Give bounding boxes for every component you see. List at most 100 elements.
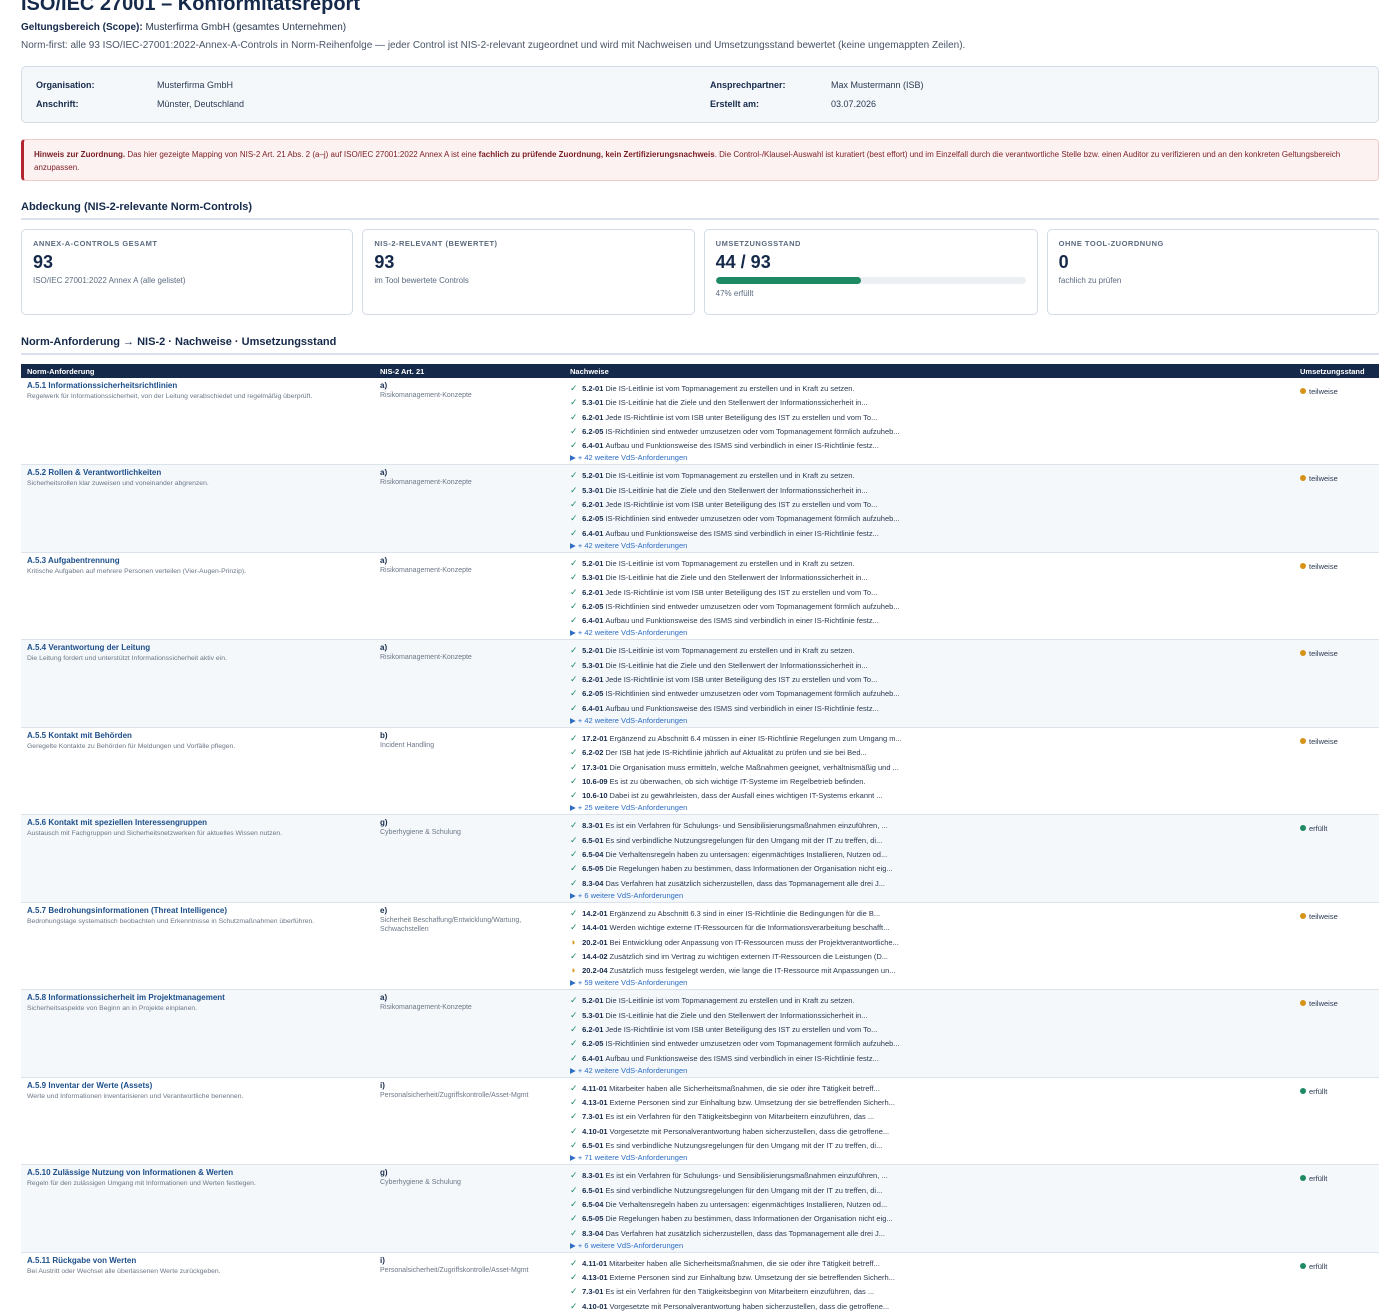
nis2-code: a) — [380, 468, 388, 478]
notice-emphasis: fachlich zu prüfende Zuordnung, kein Zer… — [478, 150, 715, 159]
evidence-text: Werden wichtige externe IT-Ressourcen fü… — [609, 923, 890, 933]
evidence-text: Es ist ein Verfahren für Schulungs- und … — [605, 821, 888, 831]
more-requirements-toggle[interactable]: ▶ + 42 weitere VdS-Anforderungen — [570, 540, 1288, 552]
checkmark-icon: ✓ — [570, 600, 578, 611]
evidence-code: 4.11-01 — [582, 1083, 608, 1093]
status-cell: teilweise — [1294, 639, 1379, 728]
organisation-box: Organisation: Musterfirma GmbH Ansprechp… — [21, 66, 1379, 123]
nis2-cell: g) Cyberhygiene & Schulung — [374, 1164, 564, 1253]
evidence-text: Jede IS-Richtlinie ist vom ISB unter Bet… — [605, 587, 878, 597]
more-requirements-toggle[interactable]: ▶ + 42 weitere VdS-Anforderungen — [570, 627, 1288, 639]
evidence-text: Es ist zu überwachen, ob sich wichtige I… — [609, 776, 866, 786]
more-requirements-toggle[interactable]: ▶ + 42 weitere VdS-Anforderungen — [570, 452, 1288, 464]
status-badge: erfüllt — [1300, 1087, 1327, 1096]
norm-requirement-cell: A.5.7 Bedrohungsinformationen (Threat In… — [21, 902, 374, 991]
evidence-item: ✓ 6.4-01 Aufbau und Funktionsweise des IS… — [570, 613, 1288, 627]
checkmark-icon: ✓ — [570, 425, 578, 436]
evidence-item: ✓ 14.4-02 Zusätzlich sind im Vertrag zu w… — [570, 949, 1288, 963]
evidence-text: Jede IS-Richtlinie ist vom ISB unter Bet… — [605, 500, 878, 510]
checkmark-icon: ✓ — [570, 615, 578, 626]
evidence-item: ✓ 5.3-01 Die IS-Leitlinie hat die Ziele u… — [570, 483, 1288, 497]
nis2-code: g) — [380, 1168, 388, 1178]
table-row: A.5.5 Kontakt mit Behörden Geregelte Kont… — [21, 727, 1379, 816]
evidence-code: 6.2-02 — [582, 748, 604, 758]
status-dot-icon — [1300, 912, 1306, 919]
evidence-text: Die IS-Leitlinie hat die Ziele und den S… — [605, 573, 868, 583]
more-requirements-toggle[interactable]: ▶ + 6 weitere VdS-Anforderungen — [570, 1240, 1288, 1252]
more-requirements-toggle[interactable]: ▶ + 71 weitere VdS-Anforderungen — [570, 1152, 1288, 1164]
status-label: erfüllt — [1309, 1086, 1328, 1096]
more-requirements-toggle[interactable]: ▶ + 59 weitere VdS-Anforderungen — [570, 977, 1288, 989]
checkmark-icon: ✓ — [570, 440, 578, 451]
evidence-text: IS-Richtlinien sind entweder umzusetzen … — [605, 1039, 900, 1049]
table-row: A.5.10 Zulässige Nutzung von Information… — [21, 1164, 1379, 1253]
evidence-cell: ✓ 17.2-01 Ergänzend zu Abschnitt 6.4 müss… — [564, 727, 1294, 816]
progress-bar — [715, 277, 1026, 284]
evidence-text: Der ISB hat jede IS-Richtlinie jährlich … — [605, 748, 867, 758]
status-dot-icon — [1300, 1087, 1306, 1094]
nis2-cell: a) Risikomanagement-Konzepte — [374, 378, 564, 466]
checkmark-icon: ✓ — [570, 702, 578, 713]
evidence-text: Es ist ein Verfahren für den Tätigkeitsb… — [605, 1287, 875, 1297]
status-label: teilweise — [1309, 561, 1338, 571]
table-row: A.5.3 Aufgabentrennung Kritische Aufgaben… — [21, 552, 1379, 641]
nis2-code: a) — [380, 643, 388, 653]
evidence-cell: ✓ 4.11-01 Mitarbeiter haben alle Sicherhe… — [564, 1252, 1294, 1312]
norm-requirement-cell: A.5.9 Inventar der Werte (Assets) Werte u… — [21, 1077, 374, 1166]
evidence-item: ✓ 10.6-09 Es ist zu überwachen, ob sich w… — [570, 774, 1288, 788]
evidence-text: Die IS-Leitlinie ist vom Topmanagement z… — [605, 558, 855, 568]
evidence-text: Es ist ein Verfahren für den Tätigkeitsb… — [605, 1112, 875, 1122]
evidence-text: Die IS-Leitlinie hat die Ziele und den S… — [605, 398, 868, 408]
evidence-text: Jede IS-Richtlinie ist vom ISB unter Bet… — [605, 1024, 878, 1034]
notice-lead: Hinweis zur Zuordnung. — [34, 150, 126, 159]
evidence-item: ✓ 5.2-01 Die IS-Leitlinie ist vom Topmana… — [570, 468, 1288, 482]
checkmark-icon: ✓ — [570, 775, 578, 786]
more-requirements-toggle[interactable]: ▶ + 25 weitere VdS-Anforderungen — [570, 802, 1288, 814]
checkmark-icon: ✓ — [570, 586, 578, 597]
card-total-controls: Annex-A-Controls gesamt 93 ISO/IEC 27001… — [21, 229, 354, 315]
evidence-code: 6.2-01 — [582, 587, 604, 597]
checkmark-icon: ✓ — [570, 1125, 578, 1136]
nis2-cell: e) Sicherheit Beschaffung/Entwicklung/War… — [374, 902, 564, 991]
status-dot-icon — [1300, 1262, 1306, 1269]
norm-requirement-cell: A.5.2 Rollen & Verantwortlichkeiten Siche… — [21, 464, 374, 553]
status-badge: teilweise — [1300, 737, 1338, 746]
evidence-item: ✓ 4.11-01 Mitarbeiter haben alle Sicherhe… — [570, 1081, 1288, 1095]
evidence-code: 8.3-04 — [582, 878, 604, 888]
evidence-text: Aufbau und Funktionsweise des ISMS sind … — [605, 703, 879, 713]
requirement-title: A.5.10 Zulässige Nutzung von Information… — [27, 1168, 234, 1178]
evidence-cell: ✓ 8.3-01 Es ist ein Verfahren für Schulun… — [564, 814, 1294, 903]
nis2-code: b) — [380, 730, 388, 740]
nis2-cell: g) Cyberhygiene & Schulung — [374, 814, 564, 903]
nis2-name: Risikomanagement-Konzepte — [380, 392, 472, 399]
checkmark-icon: ✓ — [570, 1082, 578, 1093]
evidence-text: Es sind verbindliche Nutzungsregelungen … — [605, 1185, 883, 1195]
status-cell: teilweise — [1294, 727, 1379, 816]
checkmark-icon: ✓ — [570, 863, 578, 874]
evidence-item: ✓ 6.2-01 Jede IS-Richtlinie ist vom ISB u… — [570, 585, 1288, 599]
checkmark-icon: ✓ — [570, 688, 578, 699]
evidence-text: Das Verfahren hat zusätzlich sicherzuste… — [605, 878, 885, 888]
evidence-item: ✓ 8.3-01 Es ist ein Verfahren für Schulun… — [570, 1168, 1288, 1182]
evidence-text: Jede IS-Richtlinie ist vom ISB unter Bet… — [605, 675, 878, 685]
evidence-cell: ✓ 5.2-01 Die IS-Leitlinie ist vom Topmana… — [564, 464, 1294, 553]
checkmark-icon: ✓ — [570, 1300, 578, 1311]
status-badge: teilweise — [1300, 999, 1338, 1008]
status-dot-icon — [1300, 562, 1306, 569]
more-requirements-toggle[interactable]: ▶ + 42 weitere VdS-Anforderungen — [570, 1065, 1288, 1077]
nis2-name: Risikomanagement-Konzepte — [380, 1004, 472, 1012]
evidence-item: ✓ 6.2-05 IS-Richtlinien sind entweder umz… — [570, 424, 1288, 438]
partial-status-icon: ◑ — [570, 936, 576, 947]
status-cell: teilweise — [1294, 464, 1379, 553]
evidence-code: 17.3-01 — [582, 762, 608, 772]
address-value: Münster, Deutschland — [157, 99, 245, 109]
more-requirements-toggle[interactable]: ▶ + 6 weitere VdS-Anforderungen — [570, 890, 1288, 902]
status-label: teilweise — [1309, 474, 1338, 484]
card-nis2-relevant: NIS-2-relevant (bewertet) 93 im Tool bew… — [362, 229, 695, 315]
more-requirements-toggle[interactable]: ▶ + 42 weitere VdS-Anforderungen — [570, 715, 1288, 727]
evidence-code: 6.4-01 — [582, 441, 604, 451]
checkmark-icon: ✓ — [570, 907, 578, 918]
nis2-code: g) — [380, 818, 388, 828]
nis2-name: Incident Handling — [380, 741, 435, 749]
org-row-2: Anschrift: Münster, Deutschland Erstellt… — [36, 99, 1364, 113]
